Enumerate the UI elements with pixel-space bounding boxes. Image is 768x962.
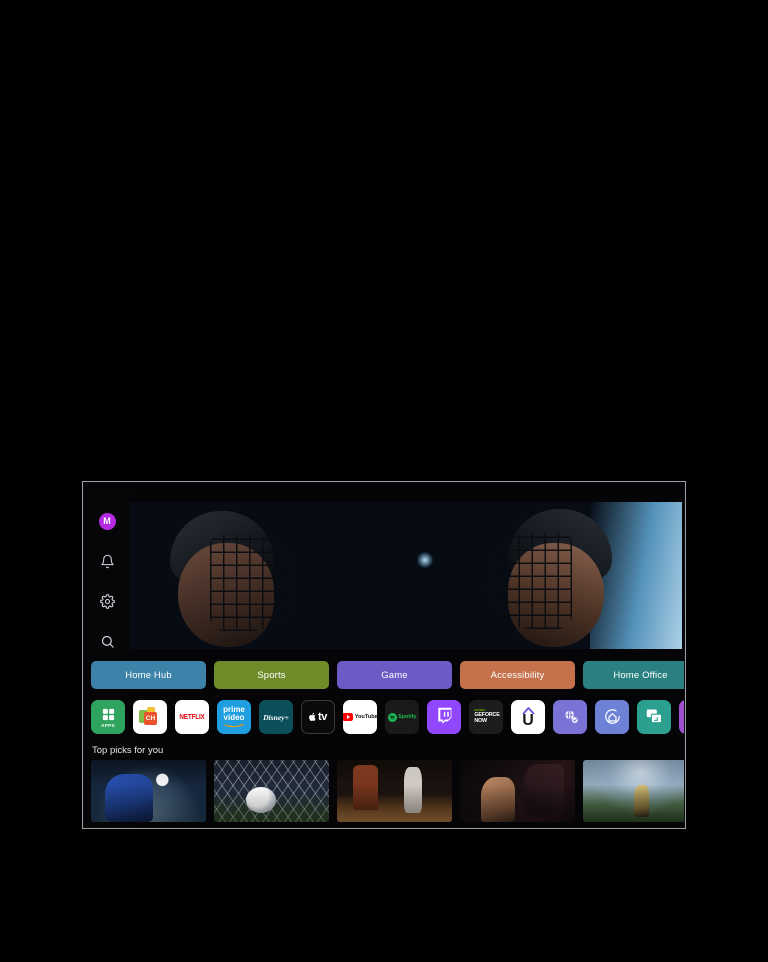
disney-plus-icon: Disney+ <box>263 712 289 722</box>
tab-label: Game <box>381 669 408 681</box>
smart-home-icon <box>603 707 622 728</box>
gear-icon <box>99 593 115 609</box>
app-tile-samsung-channels[interactable]: CH <box>133 700 167 734</box>
screenshot-root: { "device": { "label": "smart-tv", "beze… <box>0 0 768 962</box>
avatar: M <box>98 512 116 530</box>
app-tile-prime-video[interactable]: prime video <box>217 700 251 734</box>
tab-label: Home Hub <box>125 669 172 681</box>
tab-label: Accessibility <box>490 669 545 681</box>
tab-home-office[interactable]: Home Office <box>583 661 684 689</box>
tab-label: Sports <box>257 669 286 681</box>
tab-label: Home Office <box>613 669 668 681</box>
app-label: YouTube <box>354 714 377 720</box>
pick-card-ball-in-net[interactable] <box>214 760 329 822</box>
youtube-icon: YouTube <box>343 713 377 721</box>
apps-grid-icon: APPS <box>101 707 116 728</box>
tab-sports[interactable]: Sports <box>214 661 329 689</box>
tab-accessibility[interactable]: Accessibility <box>460 661 575 689</box>
sidebar-item-settings[interactable] <box>94 588 120 614</box>
tab-game[interactable]: Game <box>337 661 452 689</box>
featured-hero-banner[interactable] <box>130 502 682 649</box>
top-picks-row <box>91 760 684 822</box>
app-tile-apple-tv[interactable]: tv <box>301 700 335 734</box>
app-tile-u[interactable]: U <box>511 700 545 734</box>
pick-card-american-football[interactable] <box>583 760 684 822</box>
app-tile-youtube[interactable]: YouTube <box>343 700 377 734</box>
network-globe-icon <box>561 707 580 728</box>
pick-card-soccer-player[interactable] <box>91 760 206 822</box>
app-label: APPS <box>101 722 115 728</box>
app-tile-screen-mirroring[interactable] <box>637 700 671 734</box>
app-shortcut-row: APPS CH NETFLIX prime video Disney+ tv Y… <box>91 700 684 734</box>
face-cage-icon <box>486 533 572 629</box>
search-icon <box>100 634 115 649</box>
screen-mirroring-icon <box>645 708 664 727</box>
hockey-player-right <box>460 505 630 649</box>
app-tile-spotify[interactable]: Spotify <box>385 700 419 734</box>
app-tile-twitch[interactable] <box>427 700 461 734</box>
apple-tv-label: tv <box>318 711 327 723</box>
app-label: Spotify <box>398 714 417 720</box>
app-tile-apps[interactable]: APPS <box>91 700 125 734</box>
app-tile-network[interactable] <box>553 700 587 734</box>
tv-screen: M Home Hub Sports Game Accessibility Hom… <box>84 483 684 827</box>
app-tile-disney-plus[interactable]: Disney+ <box>259 700 293 734</box>
thumbnail-overlay <box>460 760 575 822</box>
sidebar-item-notifications[interactable] <box>94 548 120 574</box>
netflix-icon: NETFLIX <box>179 712 205 722</box>
thumbnail-overlay <box>91 760 206 822</box>
hockey-player-left <box>152 505 322 649</box>
sidebar-item-search[interactable] <box>94 628 120 654</box>
u-app-icon: U <box>522 706 535 729</box>
pick-card-boxing[interactable] <box>460 760 575 822</box>
u-label: U <box>522 711 534 729</box>
app-tile-netflix[interactable]: NETFLIX <box>175 700 209 734</box>
tv-bezel: M Home Hub Sports Game Accessibility Hom… <box>82 481 686 829</box>
category-tab-row: Home Hub Sports Game Accessibility Home … <box>91 661 684 689</box>
hero-light-flare <box>417 551 434 568</box>
app-tile-geforce-now[interactable]: NVIDIA GEFORCE NOW <box>469 700 503 734</box>
apple-tv-icon: tv <box>309 711 327 723</box>
thumbnail-overlay <box>337 760 452 822</box>
samsung-channels-icon: CH <box>139 707 161 727</box>
bell-icon <box>100 554 115 569</box>
thumbnail-overlay <box>583 760 684 822</box>
app-tile-pc-screen-share[interactable] <box>679 700 684 734</box>
face-cage-icon <box>210 535 296 631</box>
thumbnail-overlay <box>214 760 329 822</box>
prime-video-icon: prime video <box>223 706 245 728</box>
geforce-now-icon: NVIDIA GEFORCE NOW <box>474 708 500 724</box>
sidebar-item-profile[interactable]: M <box>94 508 120 534</box>
tab-home-hub[interactable]: Home Hub <box>91 661 206 689</box>
pick-card-basketball[interactable] <box>337 760 452 822</box>
app-label: CH <box>144 712 157 725</box>
twitch-icon <box>436 707 453 727</box>
spotify-icon: Spotify <box>387 712 417 722</box>
top-picks-heading: Top picks for you <box>92 745 164 756</box>
app-tile-smart-home[interactable] <box>595 700 629 734</box>
